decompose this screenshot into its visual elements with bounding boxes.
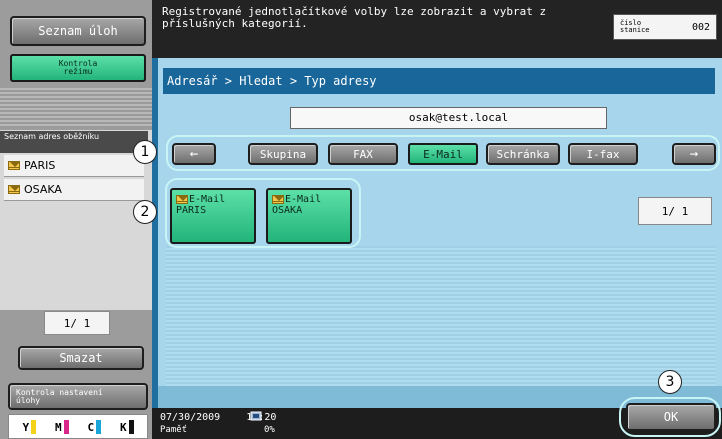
callout-1: 1	[133, 140, 157, 164]
envelope-icon	[272, 194, 284, 204]
tab-box[interactable]: Schránka	[486, 143, 560, 165]
tab-group[interactable]: Skupina	[248, 143, 318, 165]
instruction-message: Registrované jednotlačítkové volby lze z…	[162, 5, 547, 30]
toner-letter: K	[119, 420, 127, 434]
result-type-label: E-Mail	[285, 194, 322, 205]
toner-black: K	[119, 419, 134, 434]
job-list-label: Seznam úloh	[38, 24, 118, 38]
result-name: PARIS	[176, 205, 207, 216]
toner-cyan-bar	[96, 419, 102, 434]
recipient-name: OSAKA	[24, 183, 62, 196]
delete-button[interactable]: Smazat	[18, 346, 144, 370]
mode-check-button[interactable]: Kontrola režimu	[10, 54, 146, 82]
date: 07/30/2009	[160, 412, 221, 423]
breadcrumb: Adresář > Hledat > Typ adresy	[163, 68, 715, 94]
search-input[interactable]: osak@test.local	[290, 107, 607, 129]
toner-yellow-bar	[31, 419, 37, 434]
memory-value: 0%	[264, 425, 275, 435]
tab-label: E-Mail	[423, 147, 463, 161]
result-type-label: E-Mail	[189, 194, 226, 205]
tab-label: FAX	[353, 147, 373, 161]
recipient-item-osaka[interactable]: OSAKA	[4, 179, 144, 201]
ok-button[interactable]: OK	[626, 403, 716, 431]
envelope-icon	[8, 185, 20, 194]
network-icon	[250, 411, 262, 421]
tab-label: Skupina	[259, 147, 307, 161]
job-list-button[interactable]: Seznam úloh	[10, 16, 146, 46]
toner-letter: Y	[22, 420, 30, 434]
job-settings-button[interactable]: Kontrola nastavení úlohy	[8, 383, 148, 410]
toner-letter: C	[87, 420, 95, 434]
prev-button[interactable]: ←	[172, 143, 216, 165]
toner-magenta-bar	[63, 419, 69, 434]
results-list-area	[166, 246, 716, 386]
callout-2: 2	[133, 200, 157, 224]
tab-label: I-fax	[586, 147, 620, 161]
tab-ifax[interactable]: I-fax	[568, 143, 638, 165]
left-arrow-icon: ←	[189, 146, 199, 162]
memory-label: Paměť	[160, 425, 188, 435]
recipient-list-header: Seznam adres oběžníku	[0, 131, 148, 153]
station-number-box: číslo stanice 002	[613, 14, 717, 40]
envelope-icon	[176, 194, 188, 204]
recipient-item-paris[interactable]: PARIS	[4, 155, 144, 177]
tab-fax[interactable]: FAX	[328, 143, 398, 165]
envelope-icon	[8, 161, 20, 170]
station-label: číslo stanice	[620, 19, 650, 34]
job-settings-label: Kontrola nastavení úlohy	[16, 387, 103, 405]
left-page-indicator: 1/ 1	[44, 311, 110, 335]
delete-label: Smazat	[59, 351, 103, 365]
callout-3: 3	[658, 370, 682, 394]
toner-cyan: C	[87, 419, 102, 434]
mode-check-label: Kontrola režimu	[58, 59, 98, 76]
toner-letter: M	[54, 420, 62, 434]
recipient-name: PARIS	[24, 159, 56, 172]
station-number: 002	[691, 21, 710, 33]
toner-magenta: M	[54, 419, 69, 434]
tab-label: Schránka	[496, 147, 550, 161]
result-type: E-Mail	[176, 194, 225, 205]
toner-black-bar	[128, 419, 134, 434]
tab-email[interactable]: E-Mail	[408, 143, 478, 165]
toner-yellow: Y	[22, 419, 37, 434]
right-arrow-icon: →	[689, 146, 699, 162]
ok-label: OK	[663, 410, 679, 424]
result-name: OSAKA	[272, 205, 303, 216]
result-paris-button[interactable]: E-Mail PARIS	[170, 188, 256, 244]
result-type: E-Mail	[272, 194, 321, 205]
next-button[interactable]: →	[672, 143, 716, 165]
result-osaka-button[interactable]: E-Mail OSAKA	[266, 188, 352, 244]
toner-indicator: Y M C K	[8, 414, 148, 439]
left-stripes-divider	[0, 88, 152, 128]
main-page-indicator: 1/ 1	[638, 197, 712, 225]
